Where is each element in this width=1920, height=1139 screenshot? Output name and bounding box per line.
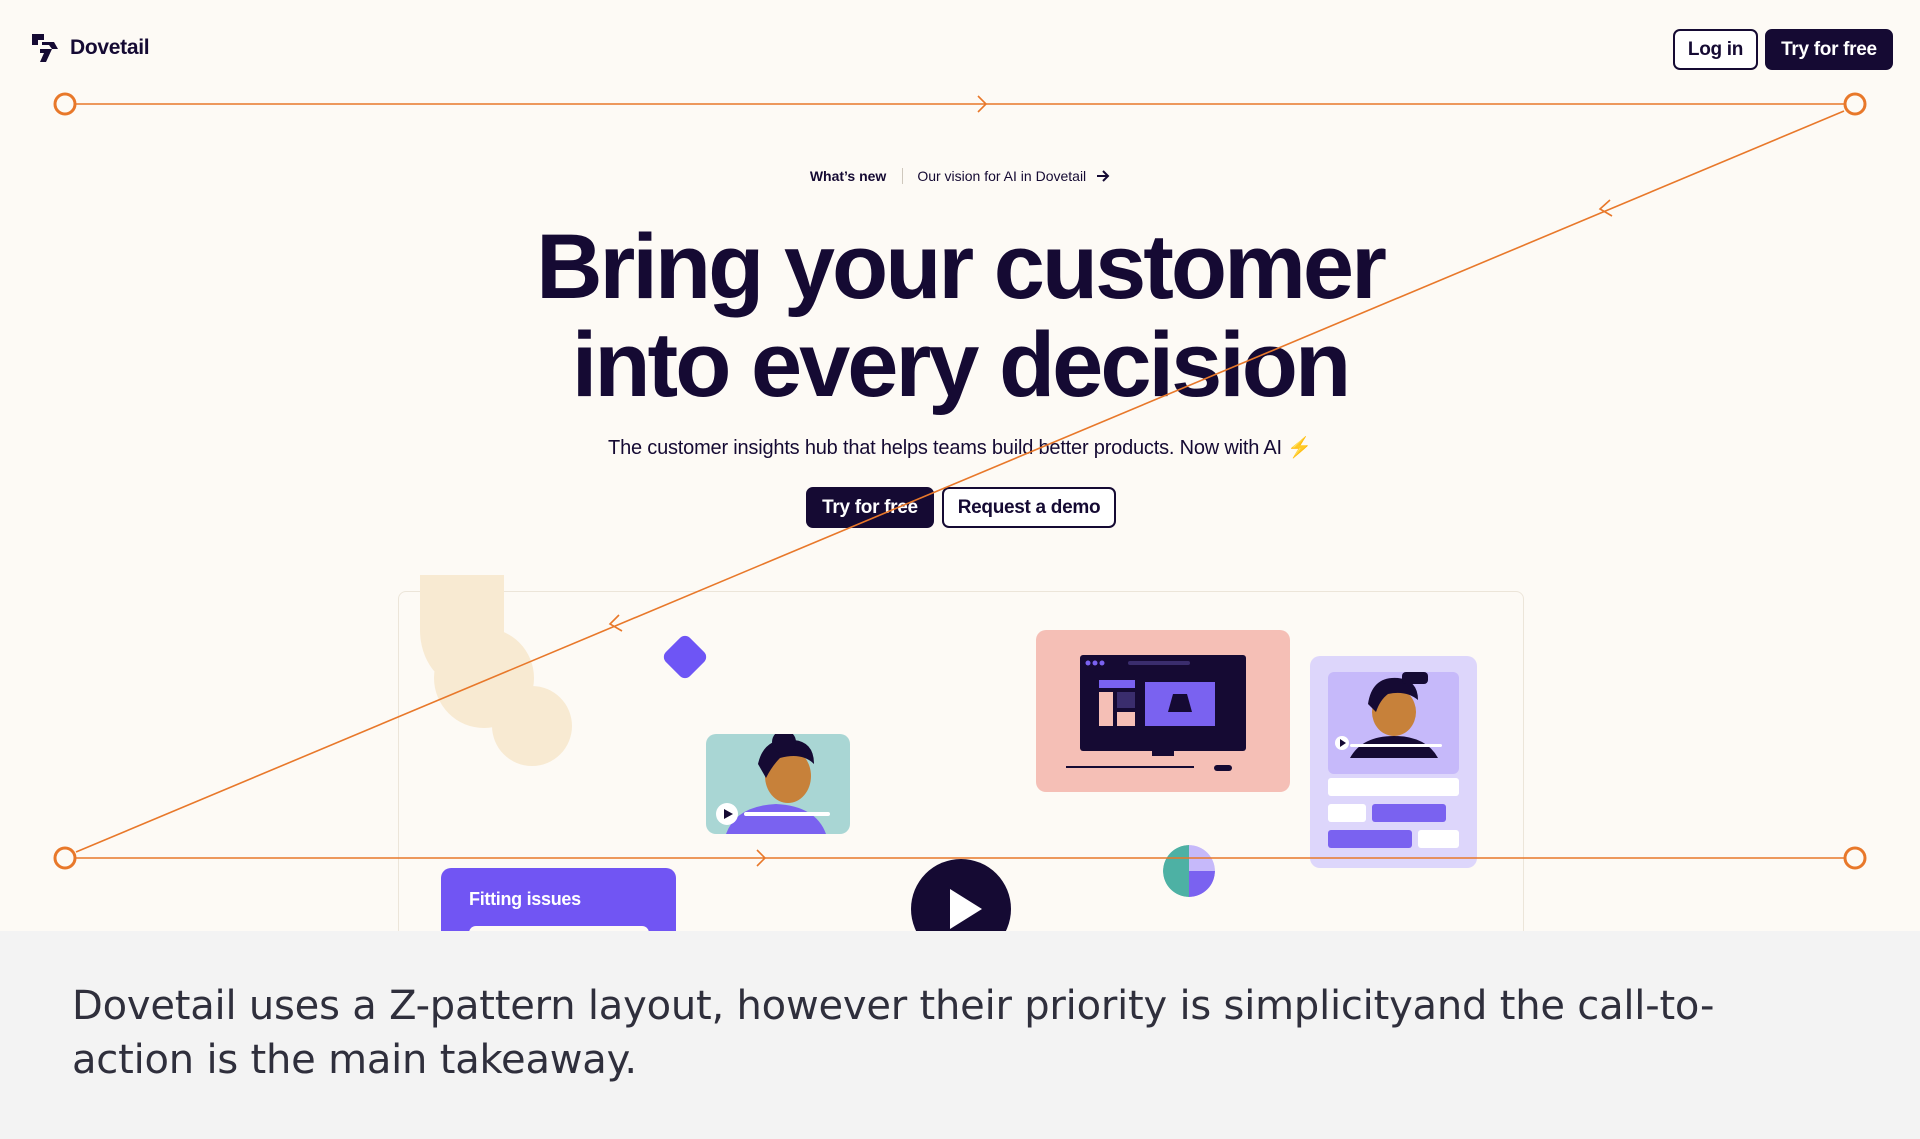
fitting-issues-card[interactable]: Fitting issues (441, 868, 676, 931)
fitting-issues-label: Fitting issues (469, 889, 581, 909)
request-demo-button[interactable]: Request a demo (942, 487, 1116, 528)
profile-illustration (1328, 672, 1459, 848)
monitor-illustration (1066, 655, 1246, 771)
hero-headline-line-1: Bring your customer (536, 216, 1387, 318)
z-start-node (53, 92, 77, 116)
hero-subtitle: The customer insights hub that helps tea… (0, 435, 1920, 460)
interview-video-card[interactable] (706, 734, 850, 834)
caption-text: Dovetail uses a Z-pattern layout, howeve… (72, 983, 1715, 1083)
ai-vision-link[interactable]: Our vision for AI in Dovetail (917, 168, 1110, 184)
website-screenshot: Dovetail Log in Try for free What’s new … (0, 0, 1920, 931)
log-in-button[interactable]: Log in (1673, 29, 1758, 70)
z-node (1843, 92, 1867, 116)
arrow-right-icon (1097, 170, 1110, 182)
try-for-free-hero-button[interactable]: Try for free (806, 487, 934, 528)
z-end-node (1843, 846, 1867, 870)
try-for-free-nav-button[interactable]: Try for free (1765, 29, 1893, 70)
hero-headline-line-2: into every decision (571, 314, 1351, 416)
brand-name: Dovetail (70, 36, 150, 59)
whats-new-tag: What’s new (810, 168, 904, 184)
card-progress-bar (469, 926, 649, 931)
announcement-bar: What’s new Our vision for AI in Dovetail (0, 168, 1920, 184)
z-node (53, 846, 77, 870)
pie-chart-illustration (1163, 845, 1215, 897)
dovetail-logo-icon (32, 34, 58, 62)
profile-side-card (1310, 656, 1477, 868)
ai-vision-link-label: Our vision for AI in Dovetail (917, 168, 1087, 184)
hero-headline: Bring your customer into every decision (0, 218, 1920, 414)
dovetail-logo[interactable]: Dovetail (30, 32, 150, 64)
play-icon[interactable] (716, 803, 738, 825)
monitor-illustration-card (1036, 630, 1290, 792)
hero-subtitle-text: The customer insights hub that helps tea… (608, 437, 1282, 459)
decorative-blob (492, 686, 572, 766)
lightning-icon: ⚡ (1287, 437, 1312, 459)
